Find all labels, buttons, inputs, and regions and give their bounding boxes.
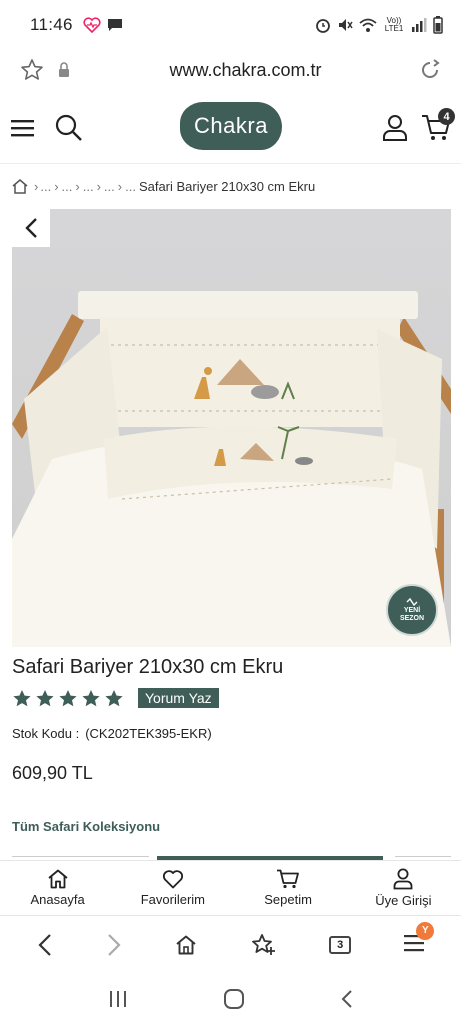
battery-icon: [433, 16, 443, 34]
alarm-icon: [316, 19, 330, 33]
nav-home[interactable]: Anasayfa: [0, 861, 115, 915]
star-icon: [36, 689, 54, 706]
recent-apps-icon[interactable]: [108, 990, 128, 1008]
nav-home-label: Anasayfa: [30, 892, 85, 907]
chakra-logo[interactable]: Chakra: [180, 102, 282, 150]
crib-bumper-illustration: [12, 209, 451, 647]
menu-notification-badge: Y: [416, 921, 435, 940]
image-back-button[interactable]: [12, 209, 50, 247]
breadcrumb-item[interactable]: ...: [40, 179, 51, 194]
breadcrumb-sep: ›: [117, 178, 123, 194]
system-back-icon[interactable]: [340, 988, 354, 1010]
reload-icon[interactable]: [419, 59, 441, 81]
collection-link[interactable]: Tüm Safari Koleksiyonu: [12, 819, 160, 834]
new-season-badge: YENİ SEZON: [386, 584, 438, 636]
home-icon[interactable]: [12, 178, 28, 194]
site-bottom-nav: Anasayfa Favorilerim Sepetim Üye Girişi: [0, 860, 461, 916]
product-image[interactable]: [12, 209, 451, 647]
breadcrumb-sep: ›: [75, 178, 80, 194]
bookmarks-icon[interactable]: [250, 933, 276, 957]
breadcrumb-current: Safari Bariyer 210x30 cm Ekru: [138, 178, 316, 194]
candy-icon: [406, 597, 418, 607]
rating-row: Yorum Yaz: [12, 688, 219, 708]
star-icon: [105, 689, 123, 706]
product-price: 609,90 TL: [12, 763, 93, 783]
star-icon: [59, 689, 77, 706]
nav-cart-label: Sepetim: [264, 892, 312, 907]
nav-favorites[interactable]: Favorilerim: [115, 861, 230, 915]
chevron-left-icon: [25, 218, 37, 238]
write-review-button[interactable]: Yorum Yaz: [138, 688, 219, 708]
mute-icon: [339, 19, 353, 31]
system-home-icon[interactable]: [223, 988, 245, 1010]
heart-rate-icon: [83, 17, 101, 33]
home-icon: [48, 869, 68, 889]
cart-icon: [277, 869, 300, 889]
cart-count-badge: 4: [438, 108, 455, 125]
sku-value: (CK202TEK395-EKR): [85, 726, 212, 741]
nav-login[interactable]: Üye Girişi: [346, 861, 461, 915]
nav-login-label: Üye Girişi: [375, 893, 432, 908]
sku-label: Stok Kodu :: [12, 726, 80, 741]
breadcrumb: › ... › ... › ... › ... › ... Safari Bar…: [12, 172, 451, 200]
network-label: Vo)) LTE1: [384, 16, 404, 33]
nav-favorites-label: Favorilerim: [140, 892, 206, 907]
user-icon: [393, 868, 413, 890]
browser-menu-button[interactable]: Y: [404, 921, 435, 957]
star-icon[interactable]: [20, 58, 44, 82]
user-icon[interactable]: [382, 114, 408, 142]
system-nav-bar: [0, 974, 461, 1024]
breadcrumb-item[interactable]: ...: [104, 179, 115, 194]
browser-toolbar: 3 Y: [0, 916, 461, 974]
url-bar[interactable]: www.chakra.com.tr: [0, 50, 461, 90]
badge-line2: SEZON: [399, 615, 425, 622]
hamburger-menu-icon[interactable]: [11, 118, 35, 138]
star-icon: [82, 689, 100, 706]
browser-home-icon[interactable]: [175, 934, 197, 956]
signal-icon: [412, 18, 427, 32]
product-title: Safari Bariyer 210x30 cm Ekru: [12, 656, 284, 678]
badge-line1: YENİ: [403, 607, 421, 614]
status-time: 11:46: [30, 15, 73, 34]
breadcrumb-sep: ›: [54, 178, 59, 194]
nav-cart[interactable]: Sepetim: [231, 861, 346, 915]
heart-icon: [162, 870, 183, 889]
breadcrumb-item[interactable]: ...: [83, 179, 94, 194]
breadcrumb-sep: ›: [96, 178, 101, 194]
tabs-count-button[interactable]: 3: [329, 936, 352, 954]
wifi-icon: [359, 18, 377, 32]
breadcrumb-sep: ›: [34, 178, 39, 194]
breadcrumb-item[interactable]: ...: [125, 179, 136, 194]
url-text[interactable]: www.chakra.com.tr: [72, 60, 419, 81]
status-bar: 11:46 Vo)) LTE1: [0, 0, 461, 50]
sku-row: Stok Kodu : (CK202TEK395-EKR): [12, 726, 212, 741]
message-icon: [107, 19, 122, 31]
star-icon: [13, 689, 31, 706]
site-header: Chakra 4: [0, 92, 461, 164]
back-icon[interactable]: [37, 933, 53, 957]
lock-icon: [59, 62, 69, 77]
forward-icon[interactable]: [106, 933, 122, 957]
search-icon[interactable]: [55, 114, 83, 142]
rating-stars: [12, 689, 124, 708]
breadcrumb-item[interactable]: ...: [62, 179, 73, 194]
